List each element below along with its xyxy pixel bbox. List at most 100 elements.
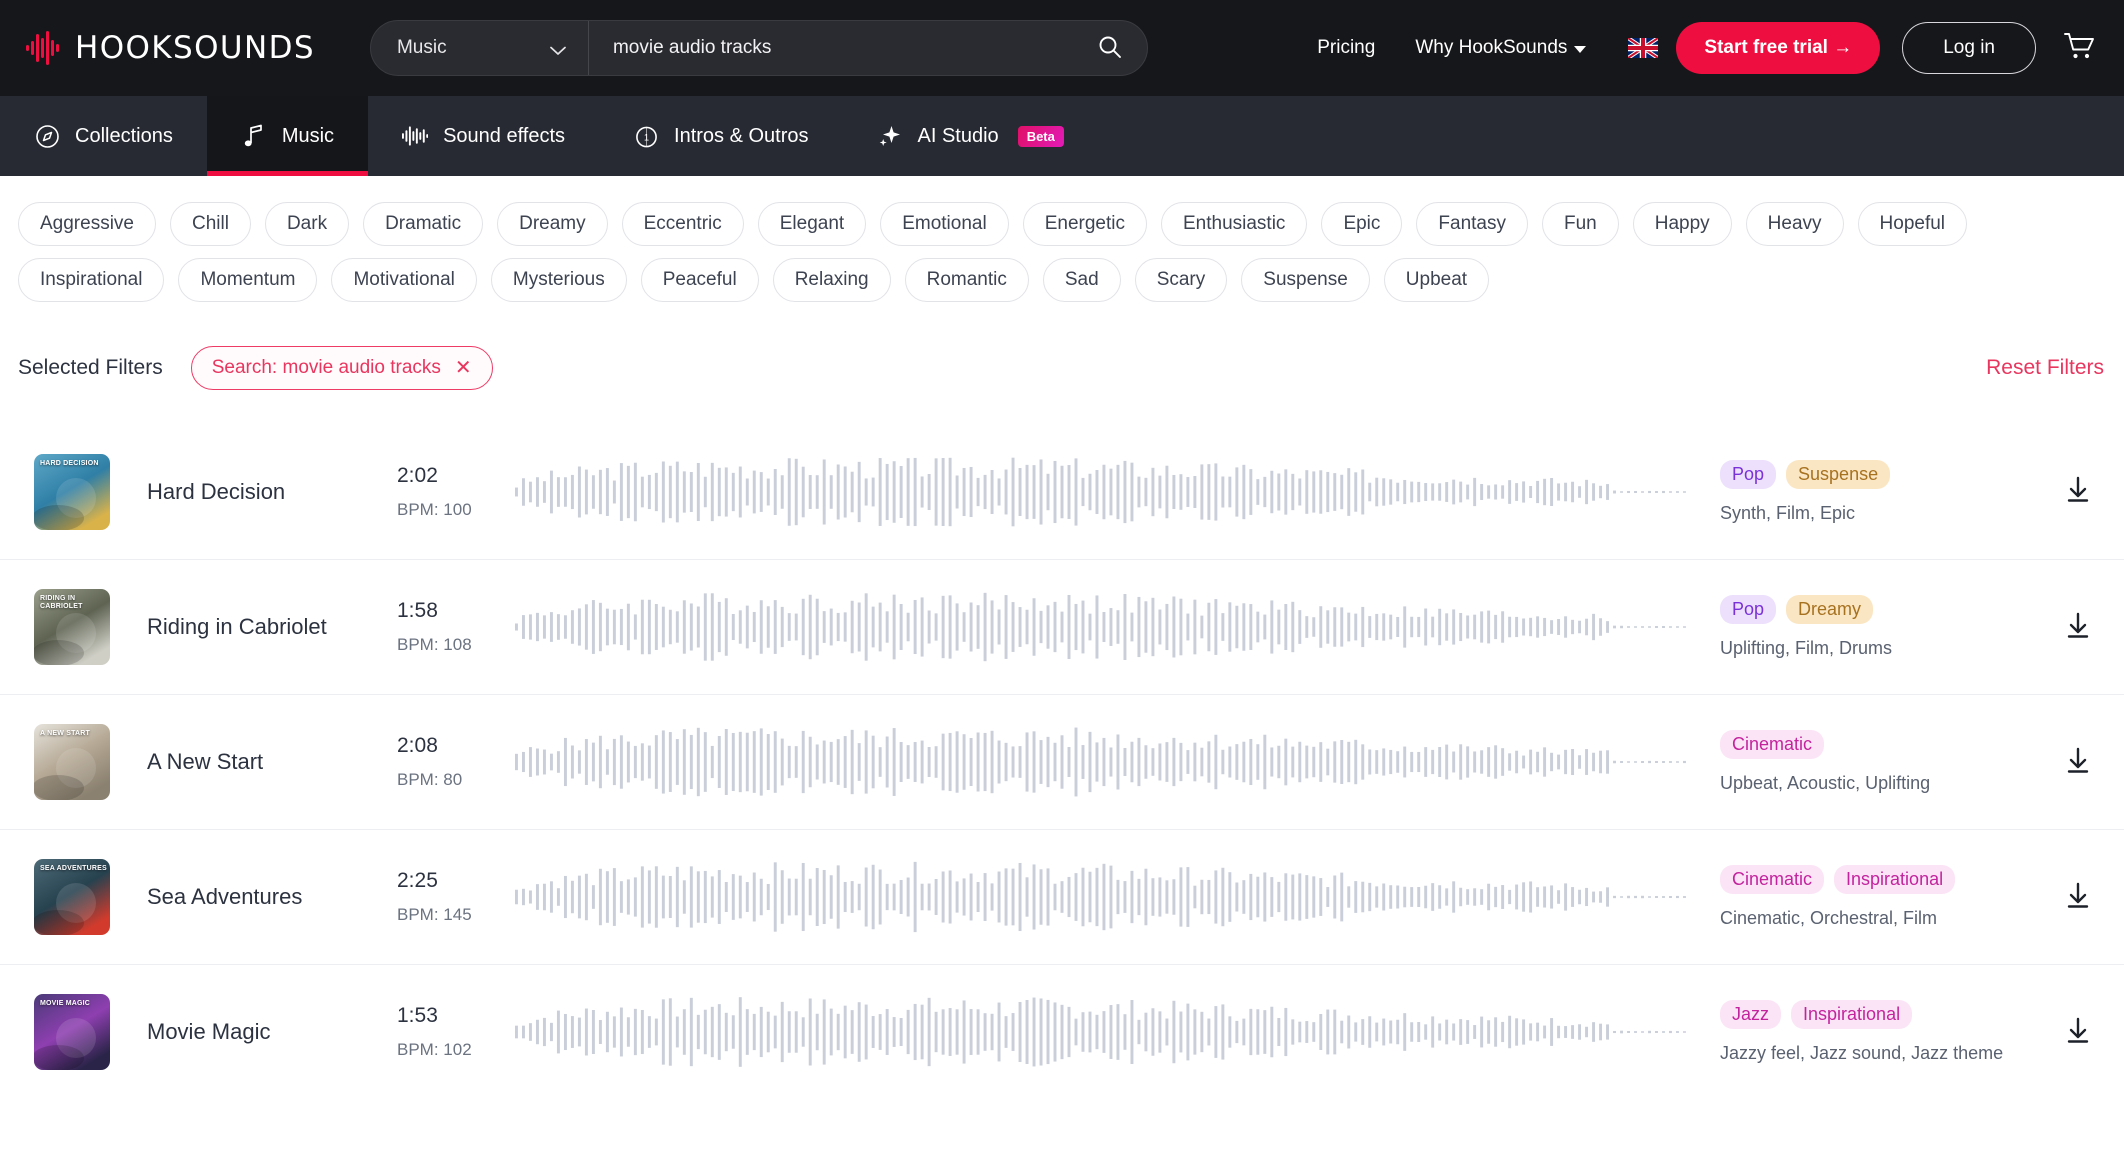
mood-tag-emotional[interactable]: Emotional [880, 202, 1009, 246]
waveform-logo-icon [26, 31, 62, 65]
mood-tag-sad[interactable]: Sad [1043, 258, 1121, 302]
download-icon [2063, 611, 2093, 644]
tab-ai-studio-label: AI Studio [918, 125, 999, 148]
genre-badge[interactable]: Cinematic [1720, 730, 1824, 759]
mood-tag-enthusiastic[interactable]: Enthusiastic [1161, 202, 1307, 246]
stopwatch-icon: 1 [633, 123, 659, 149]
track-meta: 2:02BPM: 100 [397, 464, 515, 520]
nav-link-why-hooksounds[interactable]: Why HookSounds [1395, 37, 1606, 59]
download-button[interactable] [2050, 734, 2106, 790]
download-icon [2063, 881, 2093, 914]
track-title[interactable]: Hard Decision [147, 479, 397, 505]
mood-tag-chill[interactable]: Chill [170, 202, 251, 246]
track-title[interactable]: A New Start [147, 749, 397, 775]
track-waveform[interactable] [515, 590, 1690, 664]
mood-tag-relaxing[interactable]: Relaxing [773, 258, 891, 302]
search-category-select[interactable]: Music [371, 21, 589, 75]
mood-tag-momentum[interactable]: Momentum [178, 258, 317, 302]
track-tags: CinematicInspirationalCinematic, Orchest… [1720, 865, 2050, 929]
search-field-wrap [589, 21, 1147, 75]
mood-tag-mysterious[interactable]: Mysterious [491, 258, 627, 302]
mood-tag-suspense[interactable]: Suspense [1241, 258, 1370, 302]
tab-sound-effects[interactable]: Sound effects [368, 96, 599, 176]
genre-badge[interactable]: Jazz [1720, 1000, 1781, 1029]
tab-music[interactable]: Music [207, 96, 368, 176]
genre-badge[interactable]: Cinematic [1720, 865, 1824, 894]
track-artwork[interactable]: SEA ADVENTURES [34, 859, 110, 935]
track-row: HARD DECISION Hard Decision2:02BPM: 100 Po… [0, 424, 2124, 559]
track-list: HARD DECISION Hard Decision2:02BPM: 100 Po… [0, 424, 2124, 1099]
search-button[interactable] [1091, 34, 1129, 63]
track-title[interactable]: Riding in Cabriolet [147, 614, 397, 640]
track-keywords: Synth, Film, Epic [1720, 503, 2050, 524]
tab-intros-outros[interactable]: 1 Intros & Outros [599, 96, 843, 176]
mood-tag-upbeat[interactable]: Upbeat [1384, 258, 1489, 302]
download-button[interactable] [2050, 599, 2106, 655]
mood-tag-elegant[interactable]: Elegant [758, 202, 866, 246]
genre-badge-list: Pop Dreamy [1720, 595, 2050, 624]
download-button[interactable] [2050, 464, 2106, 520]
track-artwork[interactable]: HARD DECISION [34, 454, 110, 530]
mood-tag-motivational[interactable]: Motivational [331, 258, 476, 302]
cart-button[interactable] [2064, 32, 2096, 65]
track-duration: 1:58 [397, 599, 515, 623]
track-title[interactable]: Sea Adventures [147, 884, 397, 910]
track-artwork[interactable]: A NEW START [34, 724, 110, 800]
track-title[interactable]: Movie Magic [147, 1019, 397, 1045]
tab-ai-studio[interactable]: AI Studio Beta [843, 96, 1098, 176]
search-input[interactable] [613, 37, 1091, 59]
login-button[interactable]: Log in [1902, 22, 2036, 74]
track-tags: PopDreamyUplifting, Film, Drums [1720, 595, 2050, 659]
mood-tag-inspirational[interactable]: Inspirational [18, 258, 164, 302]
mood-tag-fun[interactable]: Fun [1542, 202, 1619, 246]
track-artwork[interactable]: MOVIE MAGIC [34, 994, 110, 1070]
mood-tag-energetic[interactable]: Energetic [1023, 202, 1147, 246]
mood-tag-dreamy[interactable]: Dreamy [497, 202, 608, 246]
mood-tag-epic[interactable]: Epic [1321, 202, 1402, 246]
artwork-caption: RIDING IN CABRIOLET [40, 595, 110, 611]
uk-flag-icon[interactable] [1628, 38, 1658, 58]
nav-link-pricing-label: Pricing [1317, 37, 1375, 59]
genre-badge[interactable]: Pop [1720, 595, 1776, 624]
mood-tag-hopeful[interactable]: Hopeful [1858, 202, 1968, 246]
mood-tag-romantic[interactable]: Romantic [905, 258, 1029, 302]
mood-tag-eccentric[interactable]: Eccentric [622, 202, 744, 246]
nav-link-pricing[interactable]: Pricing [1297, 37, 1395, 59]
mood-tag-dark[interactable]: Dark [265, 202, 349, 246]
genre-badge[interactable]: Inspirational [1834, 865, 1955, 894]
nav-link-why-hooksounds-label: Why HookSounds [1415, 37, 1567, 59]
track-keywords: Jazzy feel, Jazz sound, Jazz theme [1720, 1043, 2050, 1064]
mood-tag-aggressive[interactable]: Aggressive [18, 202, 156, 246]
genre-badge[interactable]: Pop [1720, 460, 1776, 489]
download-button[interactable] [2050, 1004, 2106, 1060]
track-waveform[interactable] [515, 995, 1690, 1069]
track-waveform[interactable] [515, 725, 1690, 799]
mood-tag-peaceful[interactable]: Peaceful [641, 258, 759, 302]
close-icon[interactable]: ✕ [455, 358, 472, 378]
mood-tag-fantasy[interactable]: Fantasy [1416, 202, 1528, 246]
selected-filters-label: Selected Filters [18, 356, 163, 380]
genre-badge[interactable]: Suspense [1786, 460, 1890, 489]
filter-chip-search[interactable]: Search: movie audio tracks ✕ [191, 346, 493, 390]
genre-badge[interactable]: Inspirational [1791, 1000, 1912, 1029]
track-waveform[interactable] [515, 860, 1690, 934]
track-bpm: BPM: 100 [397, 500, 515, 520]
track-artwork[interactable]: RIDING IN CABRIOLET [34, 589, 110, 665]
mood-tag-scary[interactable]: Scary [1135, 258, 1228, 302]
mood-tag-happy[interactable]: Happy [1633, 202, 1732, 246]
track-waveform[interactable] [515, 455, 1690, 529]
track-bpm: BPM: 145 [397, 905, 515, 925]
artwork-caption: MOVIE MAGIC [40, 1000, 90, 1008]
logo[interactable]: HOOKSOUNDS [26, 30, 315, 66]
tab-collections[interactable]: Collections [0, 96, 207, 176]
track-meta: 2:08BPM: 80 [397, 734, 515, 790]
start-free-trial-button[interactable]: Start free trial → [1676, 22, 1880, 74]
download-button[interactable] [2050, 869, 2106, 925]
mood-tag-heavy[interactable]: Heavy [1746, 202, 1844, 246]
track-bpm: BPM: 102 [397, 1040, 515, 1060]
reset-filters-link[interactable]: Reset Filters [1986, 356, 2106, 380]
genre-badge[interactable]: Dreamy [1786, 595, 1873, 624]
mood-tag-dramatic[interactable]: Dramatic [363, 202, 483, 246]
track-tags: Jazz Inspirational Jazzy feel, Jazz sound,… [1720, 1000, 2050, 1064]
site-header: HOOKSOUNDS Music Pr [0, 0, 2124, 96]
